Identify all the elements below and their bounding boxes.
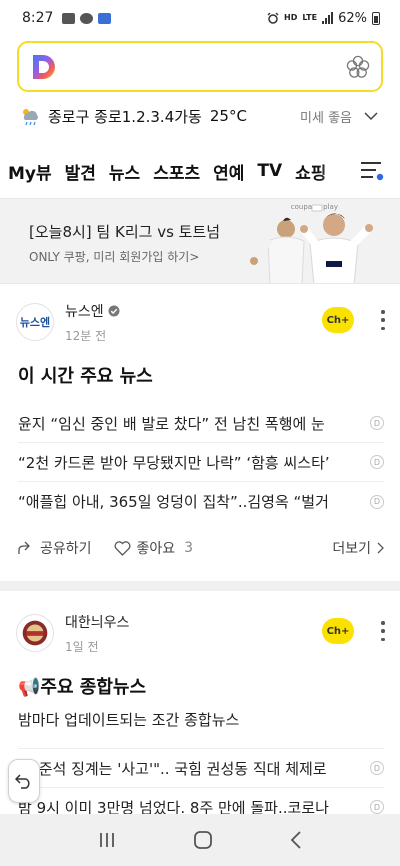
post-time: 1일 전 [65,639,99,654]
card-subtitle: 밤마다 업데이트되는 조간 종합뉴스 [18,711,240,729]
battery-icon [372,11,380,25]
news-headline: "이준석 징계는 '사고'".. 국힘 권성동 직대 체제로 [18,759,327,778]
more-button[interactable]: 더보기 [332,538,384,558]
signal-icon [322,12,334,24]
news-card: 대한늬우스 1일 전 Ch+ 📢주요 종합뉴스 밤마다 업데이트되는 조간 종합… [0,605,400,827]
chevron-down-icon[interactable] [364,111,378,121]
heart-icon [114,540,130,556]
talk-icon [80,12,94,24]
hd-voice-icon: HD [284,13,298,22]
tab-myview[interactable]: My뷰 [8,159,52,184]
banner-players-image [250,204,373,283]
post-time: 12분 전 [65,328,107,343]
home-icon[interactable] [193,830,213,850]
tab-news[interactable]: 뉴스 [109,159,140,184]
search-input[interactable] [67,57,337,76]
system-nav-bar [0,814,400,866]
card-actions: 공유하기 좋아요 3 더보기 [0,521,400,575]
network-type: LTE [302,13,318,22]
section-divider [0,581,400,591]
floating-back-button[interactable] [8,759,40,803]
verified-badge-icon [108,305,120,316]
banner-subtitle: ONLY 쿠팡, 미리 회원가입 하기> [29,250,200,264]
news-card: 뉴스엔 뉴스엔 12분 전 Ch+ 이 시간 주요 뉴스 윤지 “임신 중인 배… [0,294,400,575]
publisher-logo-text: 뉴스엔 [19,316,51,329]
chevron-right-icon [377,542,384,554]
search-box[interactable] [17,41,383,92]
clock: 8:27 [22,10,54,26]
tab-entertainment[interactable]: 연예 [213,159,244,184]
publisher-avatar[interactable] [16,614,54,652]
list-item[interactable]: “2천 카드론 받아 무당됐지만 나락” ‘함흥 씨스타’ D [18,443,384,482]
source-d-icon: D [370,455,384,469]
undo-arrow-icon [15,774,30,789]
news-headline: “애플힙 아내, 365일 엉덩이 집착”..김영옥 “벌거 [18,493,329,511]
daum-logo-icon[interactable] [29,52,59,82]
like-count: 3 [184,540,194,556]
share-button[interactable]: 공유하기 [18,538,92,558]
status-bar: 8:27 HD LTE 62% [0,0,400,36]
card-title[interactable]: 이 시간 주요 뉴스 [0,362,400,388]
publisher-logo-image [22,620,48,646]
dust-status: 미세 좋음 [300,110,352,126]
tabs-fade [318,146,358,196]
list-item[interactable]: 윤지 “임신 중인 배 발로 찼다” 전 남친 폭행에 눈 D [18,404,384,443]
source-d-icon: D [370,494,384,509]
tab-tv[interactable]: TV [257,161,282,181]
tab-discover[interactable]: 발견 [65,159,96,184]
like-button[interactable]: 좋아요 3 [114,538,194,558]
flower-icon[interactable] [345,54,371,80]
back-icon[interactable] [290,831,302,849]
source-d-icon: D [370,800,384,814]
app-notification-icon [98,12,112,24]
banner-title: [오늘8시] 팀 K리그 vs 토트넘 [29,223,221,241]
source-d-icon: D [370,416,384,430]
publisher-name[interactable]: 뉴스엔 [65,301,104,321]
share-icon [18,541,30,554]
promo-banner[interactable]: [오늘8시] 팀 K리그 vs 토트넘 ONLY 쿠팡, 미리 회원가입 하기>… [0,198,400,284]
more-label: 더보기 [332,541,371,557]
more-options-icon[interactable] [380,621,386,641]
channel-add-label: Ch+ [326,314,350,326]
tab-sports[interactable]: 스포츠 [153,159,200,184]
category-tabs: My뷰 발견 뉴스 스포츠 연예 TV 쇼핑 [0,146,400,196]
list-item[interactable]: “애플힙 아내, 365일 엉덩이 집착”..김영옥 “벌거 D [18,482,384,521]
news-headline: “2천 카드론 받아 무당됐지만 나락” ‘함흥 씨스타’ [18,453,330,472]
recent-apps-icon[interactable] [98,831,116,849]
like-label: 좋아요 [136,541,176,557]
publisher-avatar[interactable]: 뉴스엔 [16,303,54,341]
list-item[interactable]: "이준석 징계는 '사고'".. 국힘 권성동 직대 체제로 D [18,749,384,788]
rain-cloud-icon [23,109,38,126]
weather-bar[interactable]: 종로구 종로1.2.3.4가동 25°C 미세 좋음 [0,92,400,140]
channel-add-button[interactable]: Ch+ [322,618,354,644]
weather-location: 종로구 종로1.2.3.4가동 [48,107,202,126]
card-title[interactable]: 📢주요 종합뉴스 [0,673,400,699]
channel-add-button[interactable]: Ch+ [322,307,354,333]
weather-temp: 25°C [209,107,247,125]
alarm-icon [267,12,279,24]
menu-icon[interactable] [360,160,386,182]
message-icon [62,12,76,24]
news-list: 윤지 “임신 중인 배 발로 찼다” 전 남친 폭행에 눈 D “2천 카드론 … [18,404,384,521]
more-options-icon[interactable] [380,310,386,330]
share-label: 공유하기 [40,541,92,557]
news-headline: 윤지 “임신 중인 배 발로 찼다” 전 남친 폭행에 눈 [18,414,325,433]
publisher-name[interactable]: 대한늬우스 [65,612,129,632]
channel-add-label: Ch+ [326,625,350,637]
battery-level: 62% [338,10,367,26]
source-d-icon: D [370,761,384,775]
